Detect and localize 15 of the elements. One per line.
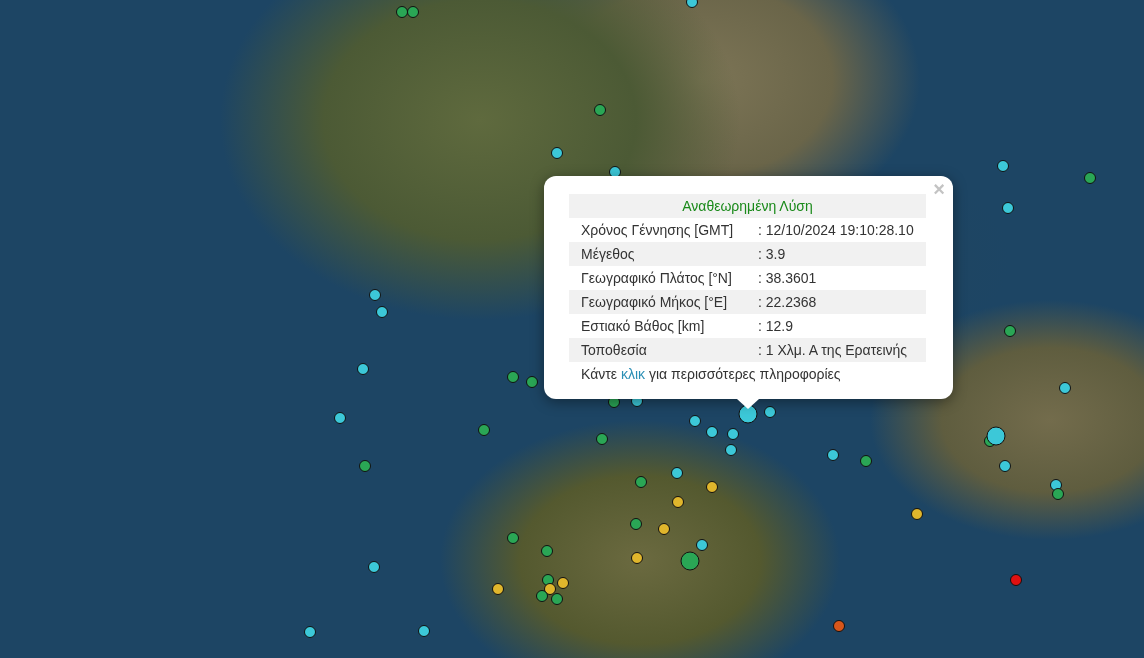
more-info-text: Κάντε κλικ για περισσότερες πληροφορίες bbox=[580, 365, 842, 384]
field-value: : 1 Χλμ. Α της Ερατεινής bbox=[758, 341, 908, 360]
more-info-link[interactable]: κλικ bbox=[620, 366, 646, 382]
field-value: : 38.3601 bbox=[758, 269, 817, 288]
field-value: : 22.2368 bbox=[758, 293, 817, 312]
field-label: Γεωγραφικό Μήκος [°E] bbox=[581, 293, 729, 312]
field-label: Μέγεθος bbox=[581, 245, 636, 264]
field-value: : 3.9 bbox=[758, 245, 786, 264]
field-value: : 12.9 bbox=[758, 317, 794, 336]
field-label: Χρόνος Γέννησης [GMT] bbox=[581, 221, 735, 240]
field-value: : 12/10/2024 19:10:28.10 bbox=[758, 221, 914, 240]
popup-title: Αναθεωρημένη Λύση bbox=[569, 194, 926, 218]
field-label: Εστιακό Βάθος [km] bbox=[581, 317, 706, 336]
field-label: Γεωγραφικό Πλάτος [°N] bbox=[581, 269, 733, 288]
field-label: Τοποθεσία bbox=[581, 341, 648, 360]
